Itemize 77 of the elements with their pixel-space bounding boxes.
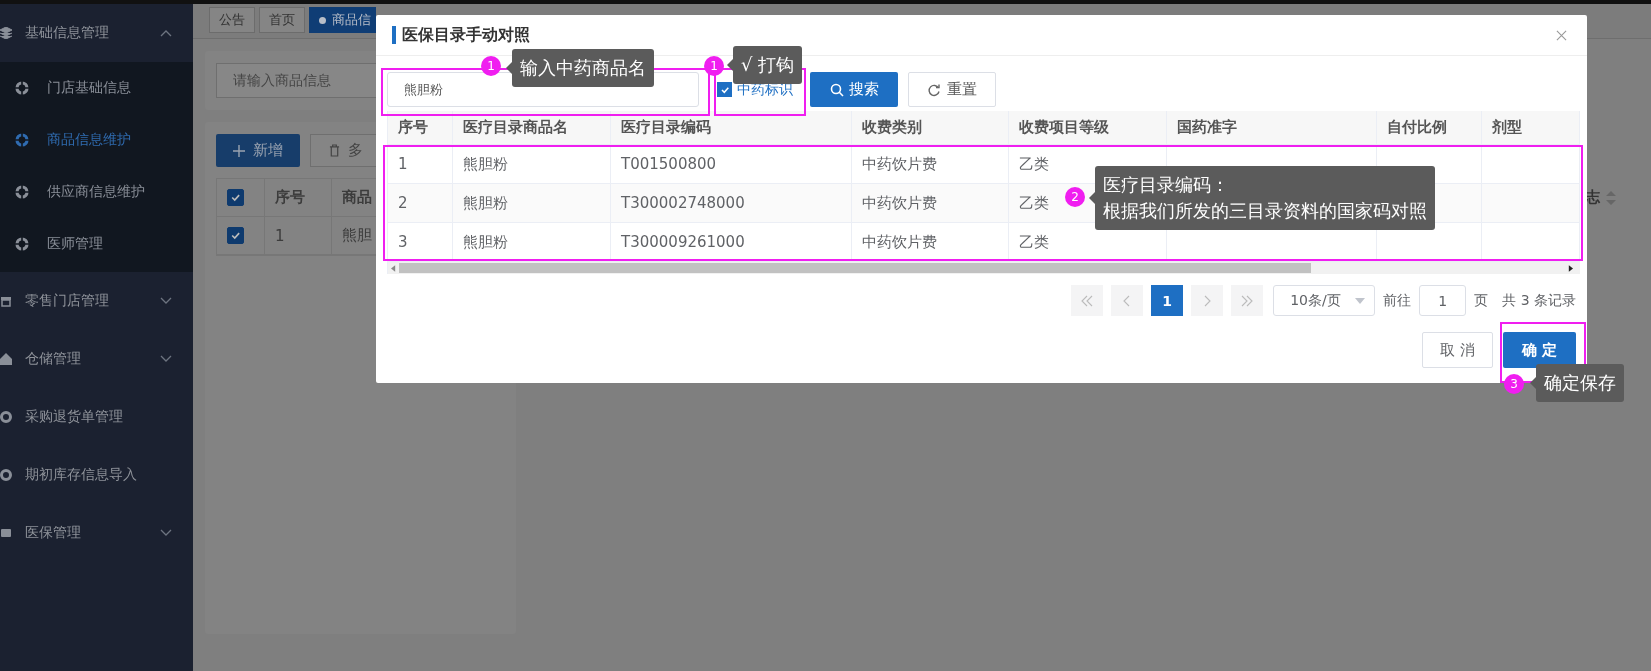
ring-icon [15, 81, 29, 95]
table-cell: 熊胆粉 [453, 184, 611, 222]
sidebar-group[interactable]: 期初库存信息导入 [0, 446, 193, 504]
sidebar-item[interactable]: 门店基础信息 [0, 62, 193, 114]
plus-icon [233, 144, 245, 157]
annotation-text: √ 打钩 [741, 53, 795, 77]
table-cell: 中药饮片费 [852, 184, 1009, 222]
shop-icon [0, 295, 12, 307]
ring-icon [15, 185, 29, 199]
right-arrow-icon[interactable] [1568, 264, 1573, 272]
close-icon[interactable] [1556, 29, 1567, 41]
ring-icon [15, 237, 29, 251]
page-tab[interactable]: 公告 [209, 7, 255, 33]
search-icon [829, 82, 844, 97]
last-page-button[interactable] [1231, 285, 1264, 316]
next-page-button[interactable] [1191, 285, 1224, 316]
column-header: 医疗目录编码 [611, 111, 852, 144]
card-icon [0, 527, 12, 539]
page-unit: 页 [1474, 291, 1489, 310]
scrollbar[interactable] [388, 262, 1580, 274]
step-badge: 3 [1504, 374, 1524, 394]
table-cell: 中药饮片费 [852, 145, 1009, 183]
column-header: 剂型 [1482, 111, 1580, 144]
check-icon [230, 230, 241, 241]
prev-page-button[interactable] [1111, 285, 1144, 316]
annotation-text: 确定保存 [1544, 371, 1616, 395]
sidebar-item[interactable]: 商品信息维护 [0, 114, 193, 166]
column-header: 国药准字 [1167, 111, 1377, 144]
check-icon [230, 192, 241, 203]
column-header: 序号 [265, 179, 332, 216]
page-tab[interactable]: 首页 [259, 7, 305, 33]
checkbox[interactable] [227, 227, 244, 244]
table-cell: 2 [388, 184, 453, 222]
column-header: 商品 [341, 187, 372, 208]
dialog-title: 医保目录手动对照 [402, 24, 531, 46]
caret-icon [1355, 297, 1366, 304]
double-chevron-icon [1241, 294, 1254, 307]
table-cell: 1 [265, 217, 332, 254]
reset-button[interactable]: 重置 [908, 72, 996, 107]
table-cell: T001500800 [611, 145, 852, 183]
page-tab[interactable]: 商品信 [309, 7, 376, 33]
annotation-text: 根据我们所发的三目录资料的国家码对照 [1103, 199, 1427, 224]
sidebar-group[interactable]: 零售门店管理 [0, 272, 193, 330]
sidebar-group[interactable]: 采购退货单管理 [0, 388, 193, 446]
layers-icon [0, 27, 12, 39]
trash-icon [329, 144, 340, 157]
goto-label: 前往 [1383, 291, 1412, 310]
ring-icon [15, 133, 29, 147]
left-arrow-icon[interactable] [391, 264, 396, 272]
total-count: 共 3 条记录 [1502, 291, 1576, 310]
column-header: 自付比例 [1377, 111, 1482, 144]
ring-icon [0, 411, 12, 423]
table-cell: T300002748000 [611, 184, 852, 222]
table-cell: 中药饮片费 [852, 223, 1009, 261]
page-size-select[interactable]: 10条/页 [1273, 285, 1376, 316]
add-button[interactable]: 新增 [216, 134, 300, 167]
sidebar-group[interactable]: 基础信息管理 [0, 4, 193, 62]
page-input[interactable]: 1 [1419, 285, 1467, 316]
table-cell-text: 熊胆 [341, 225, 372, 246]
refresh-icon [927, 82, 941, 97]
checkbox[interactable] [227, 189, 244, 206]
ring-icon [0, 469, 12, 481]
sidebar-group[interactable]: 仓储管理 [0, 330, 193, 388]
sort-icon[interactable] [1606, 190, 1616, 205]
cancel-button[interactable]: 取 消 [1422, 332, 1493, 368]
sidebar-group[interactable]: 医保管理 [0, 504, 193, 562]
page-button[interactable]: 1 [1151, 285, 1184, 316]
house-icon [0, 353, 12, 365]
search-button[interactable]: 搜索 [810, 72, 898, 107]
first-page-button[interactable] [1071, 285, 1104, 316]
table-cell: T300009261000 [611, 223, 852, 261]
double-chevron-icon [1081, 294, 1094, 307]
column-header: 收费项目等级 [1009, 111, 1167, 144]
sidebar-item[interactable]: 供应商信息维护 [0, 166, 193, 218]
confirm-button[interactable]: 确 定 [1503, 332, 1576, 368]
column-header: 收费类别 [852, 111, 1009, 144]
sidebar-item[interactable]: 医师管理 [0, 218, 193, 270]
